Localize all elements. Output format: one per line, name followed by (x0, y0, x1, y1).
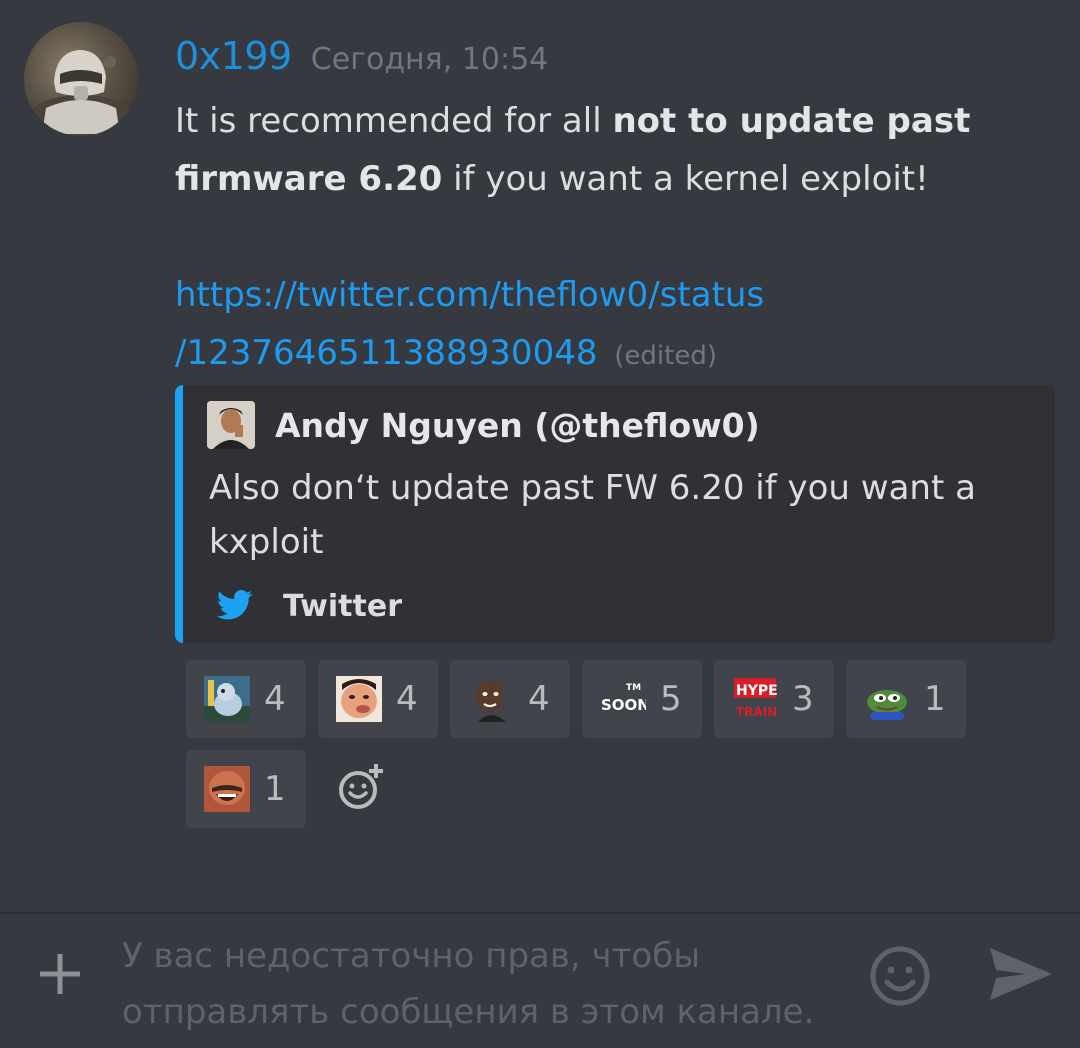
thinking-man-emoji (468, 676, 514, 722)
hype-train-emoji: HYPE TRAIN (732, 676, 778, 722)
soon-emoji-tm: TM (626, 683, 641, 693)
reaction-count: 1 (924, 679, 946, 719)
reaction-count: 3 (792, 679, 814, 719)
twitter-embed: Andy Nguyen (@theflow0) Also don‘t updat… (175, 385, 1055, 643)
message-text: It is recommended for all not to update … (175, 92, 1035, 208)
message-text-part1: It is recommended for all (175, 101, 613, 141)
reaction-pokemon[interactable]: 4 (186, 660, 306, 738)
message-header: 0x199 Сегодня, 10:54 (175, 34, 548, 78)
reaction-laughing[interactable]: 1 (186, 750, 306, 828)
embed-author-name[interactable]: Andy Nguyen (@theflow0) (275, 406, 760, 445)
emoji-picker-icon[interactable] (868, 944, 932, 1008)
message-link-block: https://twitter.com/theflow0/status/1237… (175, 266, 1035, 385)
soon-tm-emoji: SOON TM (600, 676, 650, 722)
pokemon-figure-emoji (204, 676, 250, 722)
embed-footer: Twitter (216, 589, 402, 624)
smirk-face-emoji (336, 676, 382, 722)
tweet-link-line1[interactable]: https://twitter.com/theflow0/status (175, 275, 764, 315)
send-icon[interactable] (986, 944, 1056, 1004)
embed-author[interactable]: Andy Nguyen (@theflow0) (207, 401, 760, 449)
hype-emoji-text: HYPE (736, 683, 778, 699)
reaction-count: 4 (264, 679, 286, 719)
reaction-hype-train[interactable]: HYPE TRAIN 3 (714, 660, 834, 738)
embed-footer-text: Twitter (283, 589, 402, 624)
train-emoji-text: TRAIN (736, 705, 777, 719)
reaction-pepe[interactable]: 1 (846, 660, 966, 738)
message-text-part2: if you want a kernel exploit! (442, 159, 929, 199)
reaction-thinking[interactable]: 4 (450, 660, 570, 738)
timestamp: Сегодня, 10:54 (310, 42, 549, 77)
reaction-smirk[interactable]: 4 (318, 660, 438, 738)
embed-author-avatar (207, 401, 255, 449)
edited-label: (edited) (614, 341, 717, 371)
reaction-count: 5 (660, 679, 682, 719)
embed-description: Also don‘t update past FW 6.20 if you wa… (209, 468, 976, 562)
soon-emoji-text: SOON (601, 696, 646, 714)
reaction-count: 4 (396, 679, 418, 719)
username[interactable]: 0x199 (175, 34, 292, 78)
tweet-link-line2[interactable]: /1237646511388930048 (175, 333, 597, 373)
reaction-soon[interactable]: SOON TM 5 (582, 660, 702, 738)
laughing-man-emoji (204, 766, 250, 812)
add-reaction-icon[interactable] (336, 762, 386, 812)
reaction-count: 1 (264, 769, 286, 809)
user-avatar[interactable] (24, 22, 138, 136)
reaction-count: 4 (528, 679, 550, 719)
pepe-frog-emoji (864, 676, 910, 722)
composer-placeholder: У вас недостаточно прав, чтобы отправлят… (122, 936, 815, 1032)
twitter-bird-icon (216, 589, 253, 624)
attach-plus-icon[interactable] (36, 950, 84, 998)
